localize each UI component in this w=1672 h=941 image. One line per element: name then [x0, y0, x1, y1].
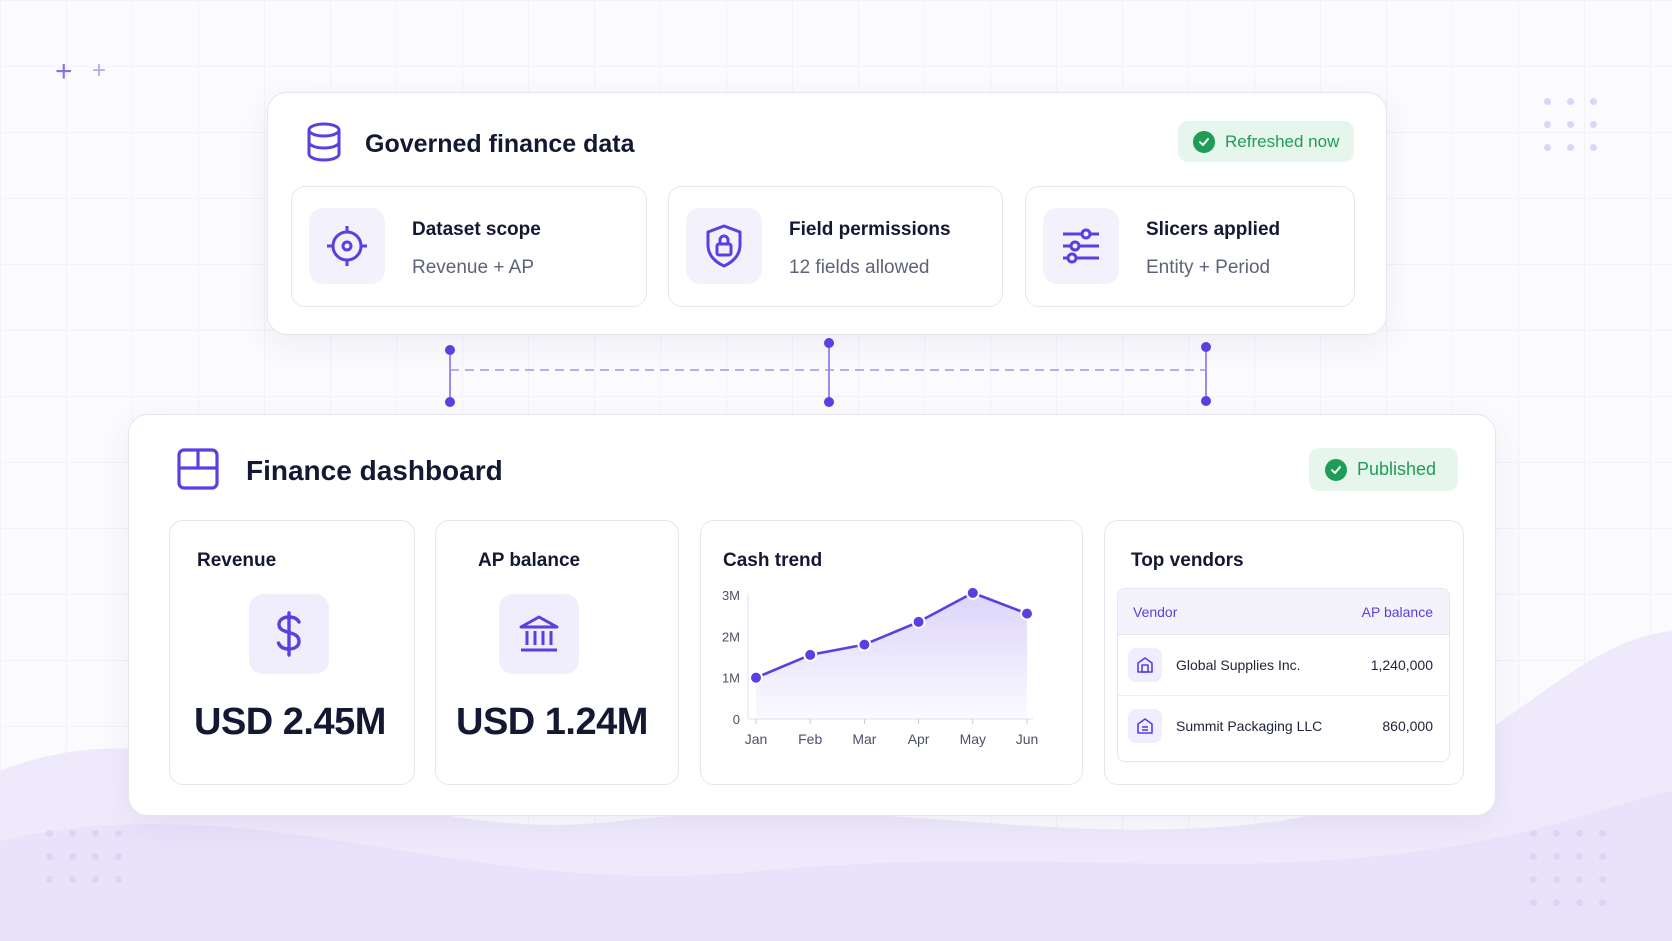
- cash-trend-chart: 0 1M 2M 3M Jan Feb Mar Apr May Jun: [722, 585, 1039, 747]
- data-flow-connector: [445, 338, 1211, 407]
- y-tick-label: 2M: [722, 629, 740, 644]
- y-tick-label: 3M: [722, 588, 740, 603]
- dashboard-title: Finance dashboard: [246, 455, 503, 486]
- dashboard-layout-icon: [177, 448, 219, 490]
- x-tick-label: Jan: [745, 731, 768, 747]
- data-point: [857, 637, 872, 652]
- status-badge: Published: [1309, 448, 1458, 491]
- kpi-value: USD 1.24M: [456, 701, 648, 743]
- data-point: [1020, 606, 1034, 621]
- badge-label: Published: [1357, 459, 1437, 479]
- x-tick-label: Apr: [908, 731, 930, 747]
- data-point: [965, 585, 980, 600]
- vendor-ap-balance: 860,000: [1382, 718, 1433, 734]
- dot-pattern: [46, 830, 122, 883]
- kpi-value: USD 2.45M: [194, 701, 386, 743]
- building-icon: [1128, 709, 1162, 743]
- x-tick-label: May: [960, 731, 986, 747]
- revenue-kpi-card[interactable]: Revenue USD 2.45M: [169, 520, 415, 785]
- table-row[interactable]: Global Supplies Inc. 1,240,000: [1118, 635, 1449, 696]
- table-row[interactable]: Summit Packaging LLC 860,000: [1118, 696, 1449, 757]
- data-point: [803, 647, 818, 662]
- top-vendors-card[interactable]: Top vendors Vendor AP balance Global Sup…: [1104, 520, 1464, 785]
- bank-icon: [499, 594, 579, 674]
- cash-trend-card[interactable]: Cash trend 0 1M 2M 3M Jan Feb Mar Apr May Jun: [700, 520, 1083, 785]
- building-icon: [1128, 648, 1162, 682]
- column-header-vendor[interactable]: Vendor: [1133, 604, 1177, 620]
- y-tick-label: 0: [733, 712, 740, 727]
- vendor-name: Summit Packaging LLC: [1176, 718, 1323, 734]
- finance-dashboard-card: Finance dashboard Published Revenue USD …: [128, 414, 1496, 816]
- vendor-name: Global Supplies Inc.: [1176, 657, 1301, 673]
- kpi-label: AP balance: [478, 550, 581, 571]
- x-tick-label: Jun: [1016, 731, 1039, 747]
- vendor-ap-balance: 1,240,000: [1370, 657, 1433, 673]
- vendors-table: Vendor AP balance Global Supplies Inc. 1…: [1117, 588, 1450, 762]
- dot-pattern: [1530, 830, 1606, 906]
- check-icon: [1325, 458, 1347, 481]
- column-header-ap-balance[interactable]: AP balance: [1362, 604, 1433, 620]
- x-tick-label: Mar: [852, 731, 876, 747]
- vendors-title: Top vendors: [1131, 550, 1244, 571]
- ap-balance-kpi-card[interactable]: AP balance USD 1.24M: [435, 520, 679, 785]
- data-point: [911, 614, 926, 629]
- kpi-label: Revenue: [197, 550, 277, 571]
- y-tick-label: 1M: [722, 671, 740, 686]
- dollar-icon: [249, 594, 329, 674]
- series-area: [756, 592, 1027, 719]
- data-point: [749, 670, 763, 685]
- table-header: Vendor AP balance: [1118, 589, 1449, 635]
- x-tick-label: Feb: [798, 731, 822, 747]
